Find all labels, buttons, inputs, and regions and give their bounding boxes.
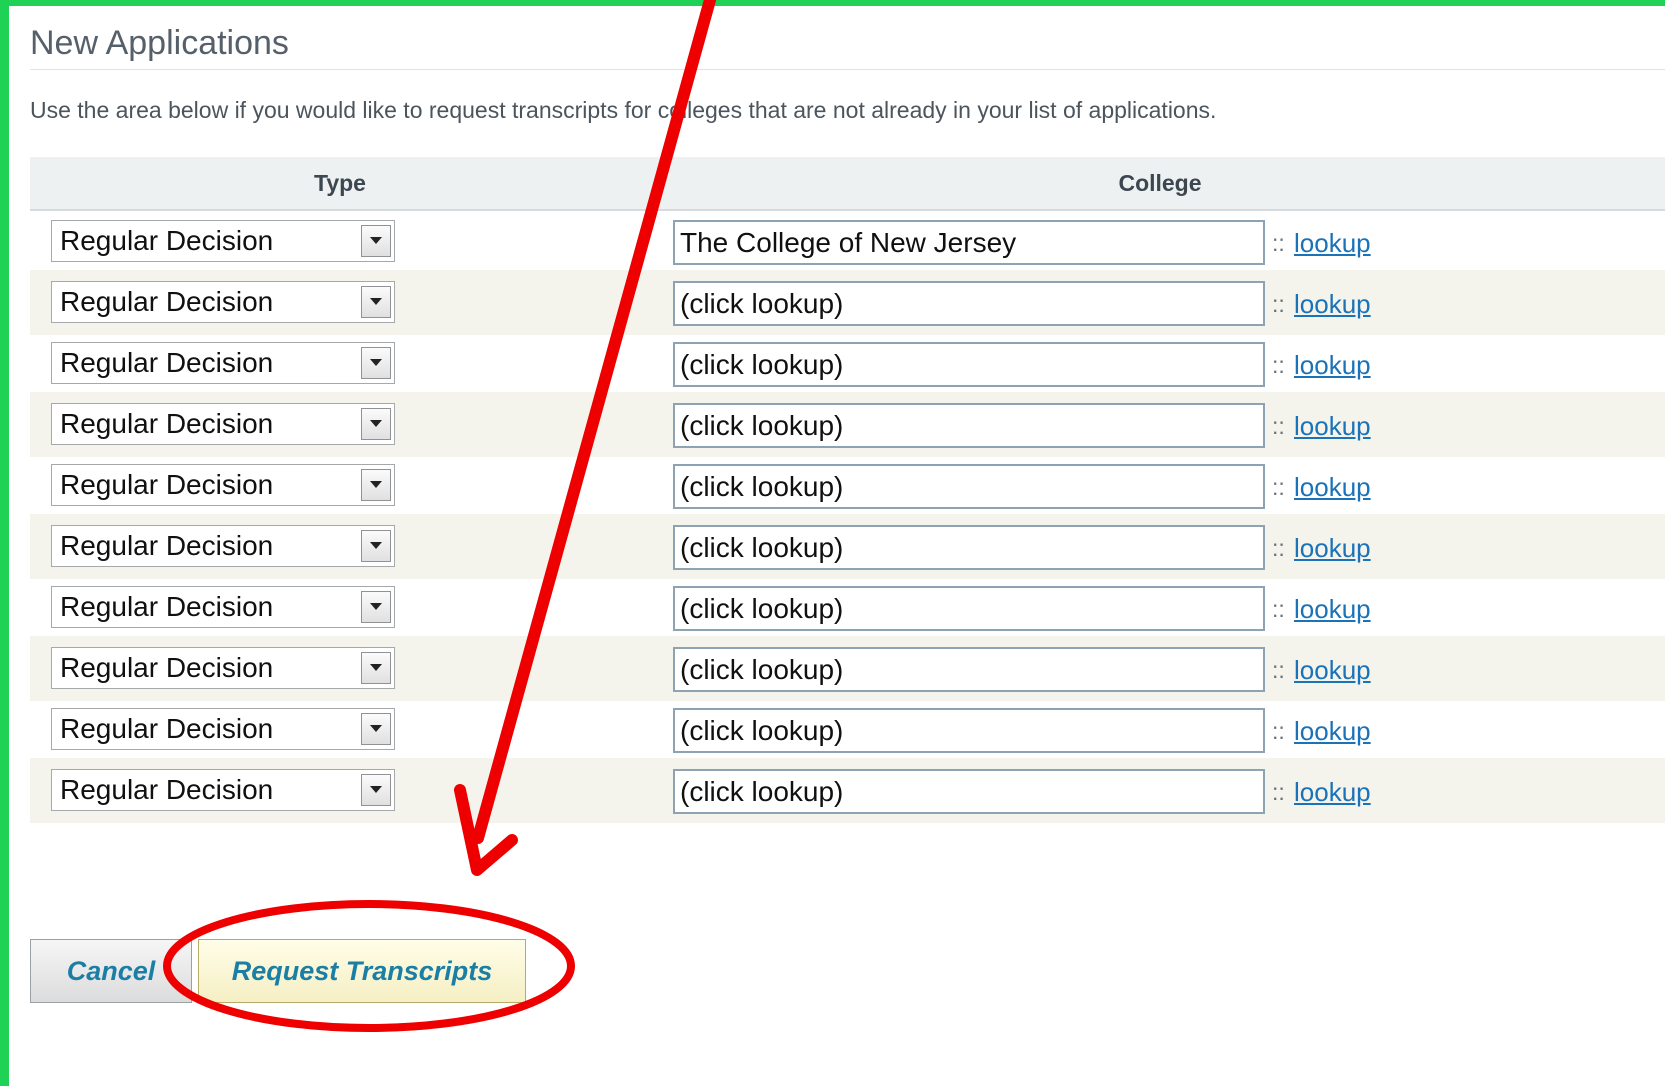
college-input[interactable]	[673, 708, 1265, 753]
type-column-header: Type	[314, 170, 366, 196]
type-select-value: Regular Decision	[60, 713, 274, 744]
dropdown-arrow-icon[interactable]	[361, 774, 391, 806]
lookup-separator: ::	[1272, 596, 1285, 622]
type-select-value: Regular Decision	[60, 347, 274, 378]
dropdown-arrow-icon[interactable]	[361, 713, 391, 745]
lookup-link[interactable]: lookup	[1294, 345, 1371, 385]
college-column-header: College	[1118, 170, 1202, 196]
type-select-value: Regular Decision	[60, 286, 274, 317]
type-select[interactable]: Regular Decision	[51, 220, 395, 262]
dropdown-arrow-icon[interactable]	[361, 225, 391, 257]
type-select[interactable]: Regular Decision	[51, 464, 395, 506]
lookup-link[interactable]: lookup	[1294, 284, 1371, 324]
dropdown-arrow-icon[interactable]	[361, 591, 391, 623]
lookup-link[interactable]: lookup	[1294, 467, 1371, 507]
type-select[interactable]: Regular Decision	[51, 586, 395, 628]
college-input[interactable]	[673, 342, 1265, 387]
page-title: New Applications	[30, 24, 289, 62]
lookup-separator: ::	[1272, 291, 1285, 317]
dropdown-arrow-icon[interactable]	[361, 469, 391, 501]
table-row: Regular Decision :: lookup	[30, 758, 1665, 823]
college-input[interactable]	[673, 525, 1265, 570]
type-select[interactable]: Regular Decision	[51, 342, 395, 384]
college-input[interactable]	[673, 403, 1265, 448]
lookup-separator: ::	[1272, 413, 1285, 439]
college-input[interactable]	[673, 586, 1265, 631]
table-row: Regular Decision :: lookup	[30, 270, 1665, 335]
frame-border-top	[0, 0, 1665, 6]
type-select-value: Regular Decision	[60, 469, 274, 500]
type-select-value: Regular Decision	[60, 530, 274, 561]
type-select-value: Regular Decision	[60, 591, 274, 622]
type-select[interactable]: Regular Decision	[51, 525, 395, 567]
type-select[interactable]: Regular Decision	[51, 281, 395, 323]
table-row: Regular Decision :: lookup	[30, 209, 1665, 274]
table-row: Regular Decision :: lookup	[30, 331, 1665, 396]
table-row: Regular Decision :: lookup	[30, 514, 1665, 579]
table-header: Type College	[30, 157, 1665, 211]
dropdown-arrow-icon[interactable]	[361, 652, 391, 684]
lookup-link[interactable]: lookup	[1294, 223, 1371, 263]
type-select-value: Regular Decision	[60, 408, 274, 439]
college-input[interactable]	[673, 281, 1265, 326]
table-row: Regular Decision :: lookup	[30, 575, 1665, 640]
lookup-separator: ::	[1272, 230, 1285, 256]
type-select-value: Regular Decision	[60, 225, 274, 256]
dropdown-arrow-icon[interactable]	[361, 408, 391, 440]
cancel-button[interactable]: Cancel	[30, 939, 192, 1003]
type-select[interactable]: Regular Decision	[51, 769, 395, 811]
type-select[interactable]: Regular Decision	[51, 708, 395, 750]
type-select[interactable]: Regular Decision	[51, 403, 395, 445]
lookup-separator: ::	[1272, 352, 1285, 378]
table-row: Regular Decision :: lookup	[30, 453, 1665, 518]
dropdown-arrow-icon[interactable]	[361, 347, 391, 379]
lookup-link[interactable]: lookup	[1294, 406, 1371, 446]
lookup-link[interactable]: lookup	[1294, 650, 1371, 690]
lookup-separator: ::	[1272, 779, 1285, 805]
type-select-value: Regular Decision	[60, 774, 274, 805]
lookup-separator: ::	[1272, 718, 1285, 744]
table-row: Regular Decision :: lookup	[30, 636, 1665, 701]
college-input[interactable]	[673, 220, 1265, 265]
type-select-value: Regular Decision	[60, 652, 274, 683]
intro-text: Use the area below if you would like to …	[30, 97, 1217, 123]
lookup-link[interactable]: lookup	[1294, 711, 1371, 751]
lookup-separator: ::	[1272, 657, 1285, 683]
lookup-separator: ::	[1272, 474, 1285, 500]
dropdown-arrow-icon[interactable]	[361, 530, 391, 562]
frame-border-left	[0, 0, 9, 1086]
lookup-separator: ::	[1272, 535, 1285, 561]
lookup-link[interactable]: lookup	[1294, 528, 1371, 568]
title-divider	[30, 69, 1665, 70]
table-row: Regular Decision :: lookup	[30, 697, 1665, 762]
lookup-link[interactable]: lookup	[1294, 772, 1371, 812]
lookup-link[interactable]: lookup	[1294, 589, 1371, 629]
dropdown-arrow-icon[interactable]	[361, 286, 391, 318]
college-input[interactable]	[673, 647, 1265, 692]
college-input[interactable]	[673, 464, 1265, 509]
request-transcripts-button[interactable]: Request Transcripts	[198, 939, 526, 1003]
type-select[interactable]: Regular Decision	[51, 647, 395, 689]
college-input[interactable]	[673, 769, 1265, 814]
table-row: Regular Decision :: lookup	[30, 392, 1665, 457]
